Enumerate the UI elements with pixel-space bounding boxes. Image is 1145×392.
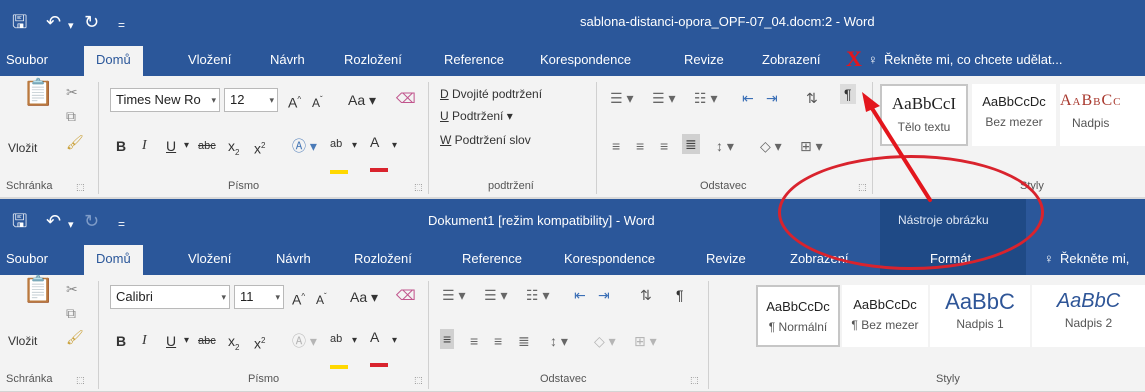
annotation-arrow-icon [862,92,932,202]
